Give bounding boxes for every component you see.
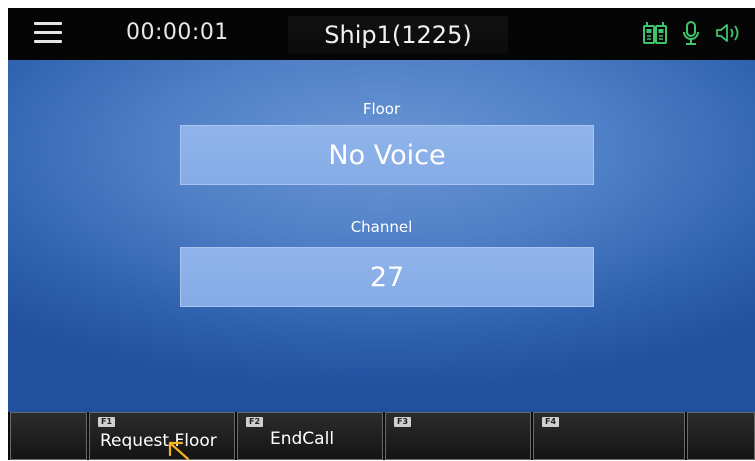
call-title: Ship1(1225) xyxy=(288,16,508,54)
speaker-icon xyxy=(715,22,741,44)
call-info-panel: Floor No Voice Channel 27 xyxy=(8,60,755,412)
softkey-right-blank xyxy=(687,412,755,460)
channel-box: 27 xyxy=(180,247,594,307)
microphone-icon xyxy=(681,21,701,45)
floor-status-value: No Voice xyxy=(328,139,446,171)
floor-label: Floor xyxy=(362,100,401,118)
channel-value: 27 xyxy=(369,261,405,293)
f1-badge: F1 xyxy=(98,417,115,427)
floor-status-box: No Voice xyxy=(180,125,594,185)
softkey-label: Request Floor xyxy=(100,431,217,451)
call-title-text: Ship1(1225) xyxy=(324,21,472,49)
softkey-request-floor[interactable]: F1 Request Floor xyxy=(89,412,235,460)
menu-icon[interactable] xyxy=(34,20,64,46)
softkey-f3[interactable]: F3 xyxy=(385,412,531,460)
walkie-talkie-icon xyxy=(643,21,667,45)
ptt-call-screen: 00:00:01 Ship1(1225) Floor No Voice Chan… xyxy=(8,8,755,460)
f4-badge: F4 xyxy=(542,417,559,427)
f3-badge: F3 xyxy=(394,417,411,427)
softkey-left-blank xyxy=(10,412,87,460)
softkey-f4[interactable]: F4 xyxy=(533,412,685,460)
softkey-label: EndCall xyxy=(270,429,335,449)
softkey-bar: F1 Request Floor F2 EndCall F3 F4 xyxy=(8,412,755,460)
status-bar: 00:00:01 Ship1(1225) xyxy=(8,8,755,60)
f2-badge: F2 xyxy=(246,417,263,427)
call-timer: 00:00:01 xyxy=(126,20,229,45)
status-icons xyxy=(643,21,741,45)
channel-label: Channel xyxy=(350,218,413,236)
softkey-end-call[interactable]: F2 EndCall xyxy=(237,412,383,460)
